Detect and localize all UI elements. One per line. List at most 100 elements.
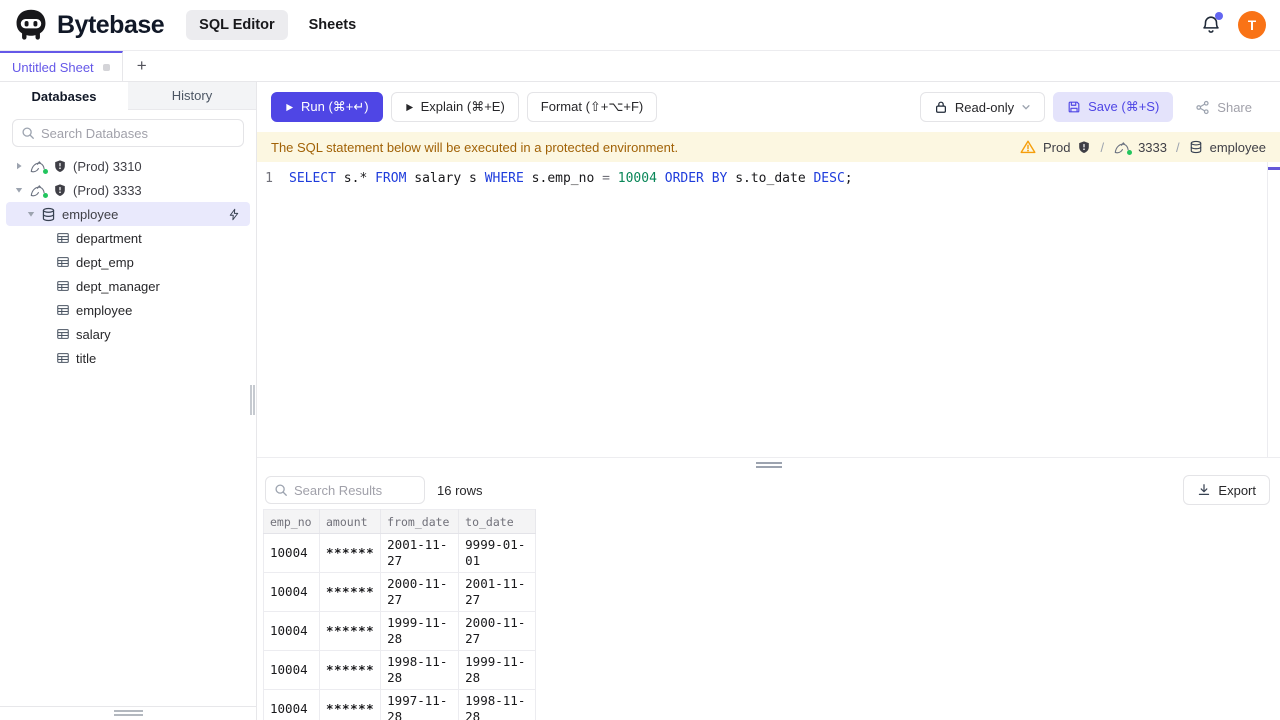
save-label: Save (⌘+S) xyxy=(1088,99,1160,114)
quick-action-bolt-icon[interactable] xyxy=(228,208,240,221)
sheet-tab-label: Untitled Sheet xyxy=(12,59,94,75)
table-label: title xyxy=(76,350,97,366)
play-icon xyxy=(285,103,294,112)
table-item[interactable]: employee xyxy=(0,298,256,322)
top-bar: Bytebase SQL Editor Sheets T xyxy=(0,0,1280,51)
overview-ruler-mark xyxy=(1268,167,1280,170)
format-button[interactable]: Format (⇧+⌥+F) xyxy=(526,92,658,122)
table-row[interactable]: 10004 ****** 2000-11-27 2001-11-27 xyxy=(263,572,537,612)
nav-sheets[interactable]: Sheets xyxy=(296,10,370,40)
share-button[interactable]: Share xyxy=(1181,92,1266,122)
sql-token: FROM xyxy=(375,171,407,186)
search-icon xyxy=(274,483,288,497)
database-name: employee xyxy=(1209,139,1266,155)
run-button[interactable]: Run (⌘+↵) xyxy=(271,92,383,122)
bytebase-logo-icon xyxy=(14,8,48,42)
table-icon xyxy=(56,231,70,245)
brand-name: Bytebase xyxy=(57,10,165,39)
topbar-right: T xyxy=(1200,11,1266,39)
avatar[interactable]: T xyxy=(1238,11,1266,39)
tab-history[interactable]: History xyxy=(128,82,256,110)
sql-token: WHERE xyxy=(484,171,524,186)
connection-status-dot xyxy=(1127,149,1133,155)
table-item[interactable]: salary xyxy=(0,322,256,346)
chevron-down-icon[interactable] xyxy=(14,186,23,194)
tab-databases[interactable]: Databases xyxy=(0,82,128,110)
readonly-mode-button[interactable]: Read-only xyxy=(919,92,1046,122)
sql-token: s.* xyxy=(335,171,376,186)
table-cell: 1999-11-28 xyxy=(458,650,537,690)
sheet-tab-bar: Untitled Sheet + xyxy=(0,51,1280,82)
instance-name: 3333 xyxy=(1138,139,1167,155)
database-row[interactable]: employee xyxy=(6,202,250,226)
table-label: dept_emp xyxy=(76,254,134,270)
chevron-down-icon[interactable] xyxy=(26,210,35,218)
row-count: 16 rows xyxy=(437,482,483,498)
export-button[interactable]: Export xyxy=(1183,475,1270,505)
table-row[interactable]: 10004 ****** 2001-11-27 9999-01-01 xyxy=(263,533,537,573)
table-icon xyxy=(56,255,70,269)
editor-scrollbar-rail xyxy=(1267,162,1268,457)
banner-message: The SQL statement below will be executed… xyxy=(271,139,679,155)
share-icon xyxy=(1195,100,1210,115)
format-label: Format (⇧+⌥+F) xyxy=(540,99,644,114)
column-header[interactable]: from_date xyxy=(380,509,460,534)
panel-splitter[interactable] xyxy=(257,457,1280,471)
nav-sql-editor[interactable]: SQL Editor xyxy=(186,10,288,40)
table-row[interactable]: 10004 ****** 1999-11-28 2000-11-27 xyxy=(263,611,537,651)
results-table-head: emp_no amount from_date to_date xyxy=(263,509,537,534)
connection-status-dot xyxy=(43,168,48,174)
header-row: emp_no amount from_date to_date xyxy=(263,509,537,534)
sql-statement: SELECT s.* FROM salary s WHERE s.emp_no … xyxy=(289,169,853,188)
column-header[interactable]: to_date xyxy=(458,509,537,534)
column-header[interactable]: amount xyxy=(319,509,382,534)
sql-token: = xyxy=(602,171,610,186)
environment-shield-icon xyxy=(1077,140,1091,154)
mysql-icon xyxy=(29,183,48,198)
warning-triangle-icon xyxy=(1020,139,1036,155)
share-label: Share xyxy=(1217,99,1252,115)
code-line: 1 SELECT s.* FROM salary s WHERE s.emp_n… xyxy=(257,162,1280,188)
chevron-right-icon[interactable] xyxy=(14,162,23,170)
save-floppy-icon xyxy=(1067,100,1081,114)
sidebar-scrollbar-thumb[interactable] xyxy=(114,710,143,716)
bytebase-logo[interactable]: Bytebase xyxy=(14,8,165,42)
save-button[interactable]: Save (⌘+S) xyxy=(1053,92,1174,122)
table-item[interactable]: dept_manager xyxy=(0,274,256,298)
instance-row[interactable]: (Prod) 3310 xyxy=(0,154,256,178)
explain-button[interactable]: Explain (⌘+E) xyxy=(390,92,519,122)
main-layout: Databases History (Prod) 3310 (Prod) 3333… xyxy=(0,82,1280,720)
instance-row[interactable]: (Prod) 3333 xyxy=(0,178,256,202)
column-header[interactable]: emp_no xyxy=(263,509,320,534)
readonly-label: Read-only xyxy=(954,99,1015,115)
table-label: salary xyxy=(76,326,111,342)
table-icon xyxy=(56,351,70,365)
editor-area: Run (⌘+↵) Explain (⌘+E) Format (⇧+⌥+F) R… xyxy=(257,82,1280,720)
table-item[interactable]: dept_emp xyxy=(0,250,256,274)
table-icon xyxy=(56,279,70,293)
export-label: Export xyxy=(1218,482,1256,498)
sql-token: salary s xyxy=(406,171,485,186)
results-search xyxy=(265,476,470,504)
editor-toolbar: Run (⌘+↵) Explain (⌘+E) Format (⇧+⌥+F) R… xyxy=(257,82,1280,132)
table-cell: 2001-11-27 xyxy=(380,533,460,573)
environment-shield-icon xyxy=(53,183,67,197)
results-table: emp_no amount from_date to_date 10004 ******… xyxy=(263,509,537,720)
sidebar-tabs: Databases History xyxy=(0,82,256,110)
sidebar-resize-handle[interactable] xyxy=(250,385,255,415)
environment-shield-icon xyxy=(53,159,67,173)
table-row[interactable]: 10004 ****** 1997-11-28 1998-11-28 xyxy=(263,689,537,720)
results-header: 16 rows Export xyxy=(257,471,1280,509)
results-table-body: 10004 ****** 2001-11-27 9999-01-01 10004 ****… xyxy=(263,533,537,720)
table-row[interactable]: 10004 ****** 1998-11-28 1999-11-28 xyxy=(263,650,537,690)
add-sheet-button[interactable]: + xyxy=(123,51,161,81)
sql-editor[interactable]: 1 SELECT s.* FROM salary s WHERE s.emp_n… xyxy=(257,162,1280,457)
table-cell: 2000-11-27 xyxy=(380,572,460,612)
search-databases-input[interactable] xyxy=(41,125,235,141)
table-item[interactable]: department xyxy=(0,226,256,250)
table-cell: 10004 xyxy=(263,650,320,690)
table-cell: 2000-11-27 xyxy=(458,611,537,651)
notification-bell-icon[interactable] xyxy=(1200,12,1223,36)
table-item[interactable]: title xyxy=(0,346,256,370)
tab-untitled-sheet[interactable]: Untitled Sheet xyxy=(0,51,123,81)
